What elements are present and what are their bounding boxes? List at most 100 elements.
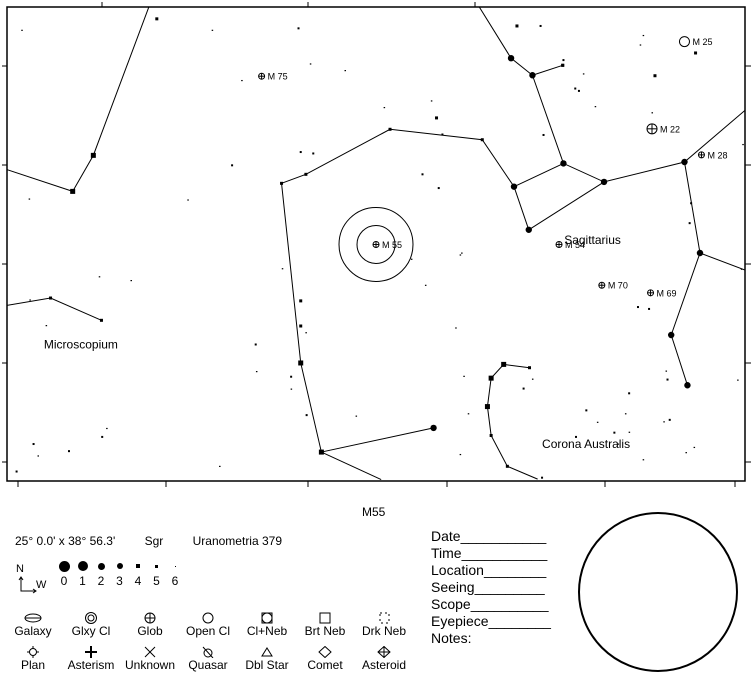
- star: [299, 151, 302, 154]
- star: [681, 158, 688, 166]
- constellation-line: [528, 181, 605, 231]
- form-field-time[interactable]: Time___________: [431, 545, 551, 562]
- dso-label: M 22: [660, 124, 680, 134]
- chart-plot-area: M 25M 75M 22M 28M 55 M 54M 70M 69Microsco…: [7, 7, 745, 481]
- star: [255, 371, 258, 373]
- legend-item: Cl+Neb: [237, 612, 297, 638]
- form-field-seeing[interactable]: Seeing_________: [431, 579, 551, 596]
- field-size: 25° 0.0' x 38° 56.3': [15, 534, 116, 548]
- constellation-line: [7, 297, 102, 321]
- star: [505, 464, 509, 468]
- legend-item: Plan: [3, 646, 63, 672]
- legend-label: Glob: [137, 624, 163, 638]
- star: [37, 455, 39, 457]
- star: [522, 387, 525, 390]
- star: [355, 415, 358, 417]
- legend-label: Open Cl: [185, 624, 231, 638]
- star: [562, 59, 565, 62]
- form-label: Seeing: [431, 579, 475, 595]
- legend-item: Quasar: [178, 646, 238, 672]
- star: [529, 72, 536, 79]
- eyepiece-field-circle: [578, 512, 738, 672]
- constellation-line: [532, 64, 563, 76]
- star: [430, 424, 437, 432]
- magnitude-dot: [58, 560, 70, 572]
- magnitude-dot: [116, 563, 123, 569]
- form-blank-line[interactable]: _________: [475, 579, 545, 595]
- star: [688, 222, 691, 225]
- form-field-date[interactable]: Date___________: [431, 528, 551, 545]
- star: [305, 414, 308, 417]
- star: [737, 379, 739, 381]
- form-label: Location: [431, 562, 484, 578]
- star: [467, 413, 470, 415]
- star: [281, 268, 284, 270]
- star: [298, 360, 304, 366]
- star: [561, 63, 565, 67]
- star: [297, 27, 300, 30]
- form-field-notes[interactable]: Notes:: [431, 630, 551, 647]
- planetary-nebula-icon: [27, 646, 39, 658]
- west-label: W: [36, 579, 47, 591]
- form-field-eyepiece[interactable]: Eyepiece________: [431, 613, 551, 630]
- form-blank-line[interactable]: __________: [471, 596, 549, 612]
- form-blank-line[interactable]: ___________: [462, 545, 548, 561]
- legend-label: Galaxy: [14, 624, 52, 638]
- dso-label: M 69: [657, 288, 677, 298]
- asterism-icon: [85, 646, 97, 658]
- star: [241, 79, 243, 82]
- constellation-line: [72, 7, 150, 192]
- open-cluster-icon: [202, 612, 214, 624]
- form-field-location[interactable]: Location________: [431, 562, 551, 579]
- legend-item: Drk Neb: [354, 612, 414, 638]
- star: [636, 306, 639, 309]
- legend-label: Cl+Neb: [246, 624, 288, 638]
- star: [231, 164, 234, 167]
- star: [668, 331, 675, 339]
- star: [430, 100, 433, 102]
- star: [639, 44, 642, 46]
- star: [582, 73, 585, 75]
- star: [28, 198, 31, 200]
- magnitude-label: 3: [116, 574, 123, 588]
- star: [507, 54, 515, 62]
- star: [344, 70, 347, 72]
- star: [542, 133, 545, 136]
- bright-nebula-icon: [319, 612, 331, 624]
- form-blank-line[interactable]: ________: [484, 562, 546, 578]
- star: [383, 106, 386, 109]
- star: [388, 127, 392, 131]
- constellation-line: [683, 161, 745, 271]
- legend-item: Glob: [120, 612, 180, 638]
- star: [628, 431, 631, 433]
- legend-item: Comet: [295, 646, 355, 672]
- legend-item: Asteroid: [354, 646, 414, 672]
- star: [45, 325, 48, 327]
- star: [541, 476, 544, 479]
- atlas-page: Uranometria 379: [192, 534, 283, 548]
- form-blank-line[interactable]: ________: [489, 613, 551, 629]
- star: [489, 433, 493, 437]
- star-chart: M 25M 75M 22M 28M 55 M 54M 70M 69Microsco…: [2, 2, 751, 487]
- form-label: Time: [431, 545, 462, 561]
- star: [577, 89, 580, 92]
- star: [305, 332, 307, 334]
- dark-nebula-icon: [379, 612, 390, 624]
- double-star-icon: [261, 647, 273, 657]
- star: [421, 173, 424, 176]
- star: [304, 172, 308, 176]
- star: [309, 63, 312, 65]
- orientation-indicator: N W: [14, 563, 54, 595]
- constellation-line: [281, 128, 530, 230]
- constellation-line: [513, 162, 564, 188]
- form-field-scope[interactable]: Scope__________: [431, 596, 551, 613]
- star: [67, 450, 70, 453]
- magnitude-label: 0: [60, 574, 68, 588]
- star: [441, 133, 444, 136]
- legend-label: Glxy Cl: [71, 624, 111, 638]
- legend-label: Quasar: [188, 658, 228, 672]
- star: [560, 160, 567, 167]
- form-label: Scope: [431, 596, 471, 612]
- magnitude-label: 2: [97, 574, 105, 588]
- form-blank-line[interactable]: ___________: [461, 528, 547, 544]
